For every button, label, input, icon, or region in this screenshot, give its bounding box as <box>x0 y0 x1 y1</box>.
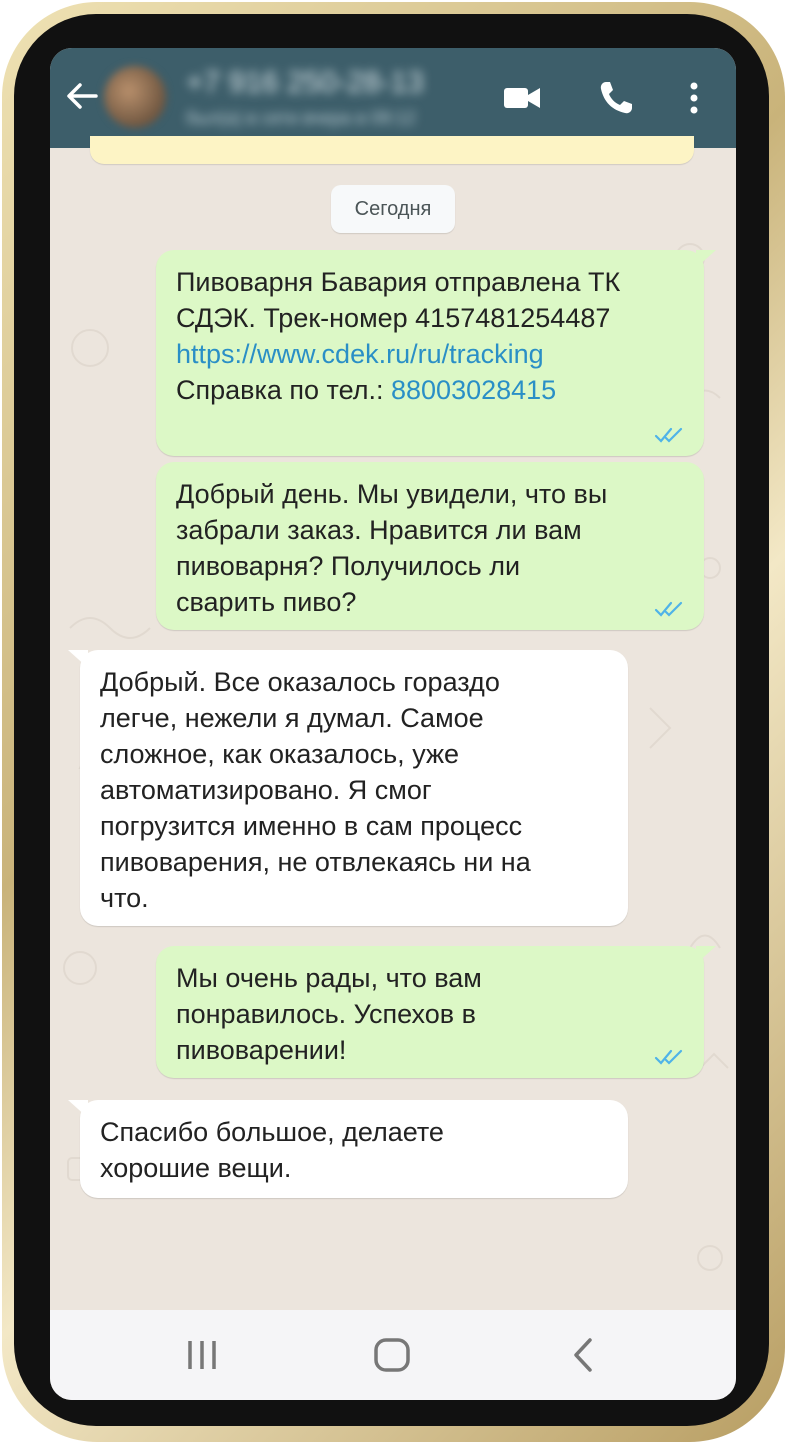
message-text-line: хорошие вещи. <box>100 1153 292 1183</box>
message-incoming[interactable]: Спасибо большое, делаете хорошие вещи. <box>68 1100 628 1198</box>
message-text-line: понравилось. Успехов в <box>176 999 476 1029</box>
contact-name[interactable]: +7 916 250-28-13 <box>186 66 424 100</box>
previous-message-edge <box>90 136 694 164</box>
read-ticks-icon <box>654 601 683 617</box>
message-outgoing[interactable]: Мы очень рады, что вам понравилось. Успе… <box>156 946 716 1078</box>
read-ticks-icon <box>654 427 683 443</box>
message-text-line: Добрый день. Мы увидели, что вы <box>176 479 608 509</box>
bubble-tail <box>696 946 716 964</box>
nav-home-icon[interactable] <box>370 1336 414 1374</box>
message-text-line: погрузится именно в сам процесс <box>100 811 523 841</box>
read-ticks-icon <box>654 1049 683 1065</box>
screen: +7 916 250-28-13 был(а) в сети вчера в 0… <box>50 48 736 1400</box>
chat-header: +7 916 250-28-13 был(а) в сети вчера в 0… <box>50 48 736 148</box>
video-call-icon[interactable] <box>502 78 542 118</box>
system-nav-bar <box>50 1310 736 1400</box>
message-text-line: пивоварня? Получилось ли <box>176 551 521 581</box>
more-vert-icon[interactable] <box>674 78 714 118</box>
message-text-line: Пивоварня Бавария отправлена ТК <box>176 267 621 297</box>
message-text-line: сложное, как оказалось, уже <box>100 739 460 769</box>
tracking-link[interactable]: https://www.cdek.ru/ru/tracking <box>176 336 684 372</box>
message-text-line: Спасибо большое, делаете <box>100 1117 444 1147</box>
chat-area[interactable]: Сегодня Пивоварня Бавария отправлена ТК … <box>50 136 736 1400</box>
message-outgoing[interactable]: Пивоварня Бавария отправлена ТК СДЭК. Тр… <box>156 250 716 456</box>
phone-link[interactable]: 88003028415 <box>391 375 556 405</box>
nav-recents-icon[interactable] <box>182 1338 222 1372</box>
message-text-line: СДЭК. Трек-номер 4157481254487 <box>176 303 611 333</box>
date-separator: Сегодня <box>331 185 455 233</box>
nav-back-icon[interactable] <box>568 1336 598 1374</box>
message-text-line: Добрый. Все оказалось гораздо <box>100 667 500 697</box>
message-text-line: Мы очень рады, что вам <box>176 963 482 993</box>
message-text-line: легче, нежели я думал. Самое <box>100 703 484 733</box>
contact-status: был(а) в сети вчера в 09:12 <box>186 108 416 128</box>
voice-call-icon[interactable] <box>596 78 636 118</box>
message-outgoing[interactable]: Добрый день. Мы увидели, что вы забрали … <box>156 462 704 630</box>
bubble-tail <box>68 650 88 668</box>
bubble-tail <box>696 250 716 268</box>
message-text-line: пивоварении! <box>176 1035 347 1065</box>
back-arrow-icon[interactable] <box>62 76 102 116</box>
message-text: Справка по тел.: <box>176 375 391 405</box>
message-text-line: автоматизировано. Я смог <box>100 775 432 805</box>
avatar[interactable] <box>104 66 166 128</box>
message-text-line: забрали заказ. Нравится ли вам <box>176 515 582 545</box>
bubble-tail <box>68 1100 88 1118</box>
message-incoming[interactable]: Добрый. Все оказалось гораздо легче, неж… <box>68 650 628 926</box>
message-text-line: пивоварения, не отвлекаясь ни на <box>100 847 531 877</box>
message-text-line: что. <box>100 883 149 913</box>
message-text-line: сварить пиво? <box>176 587 357 617</box>
